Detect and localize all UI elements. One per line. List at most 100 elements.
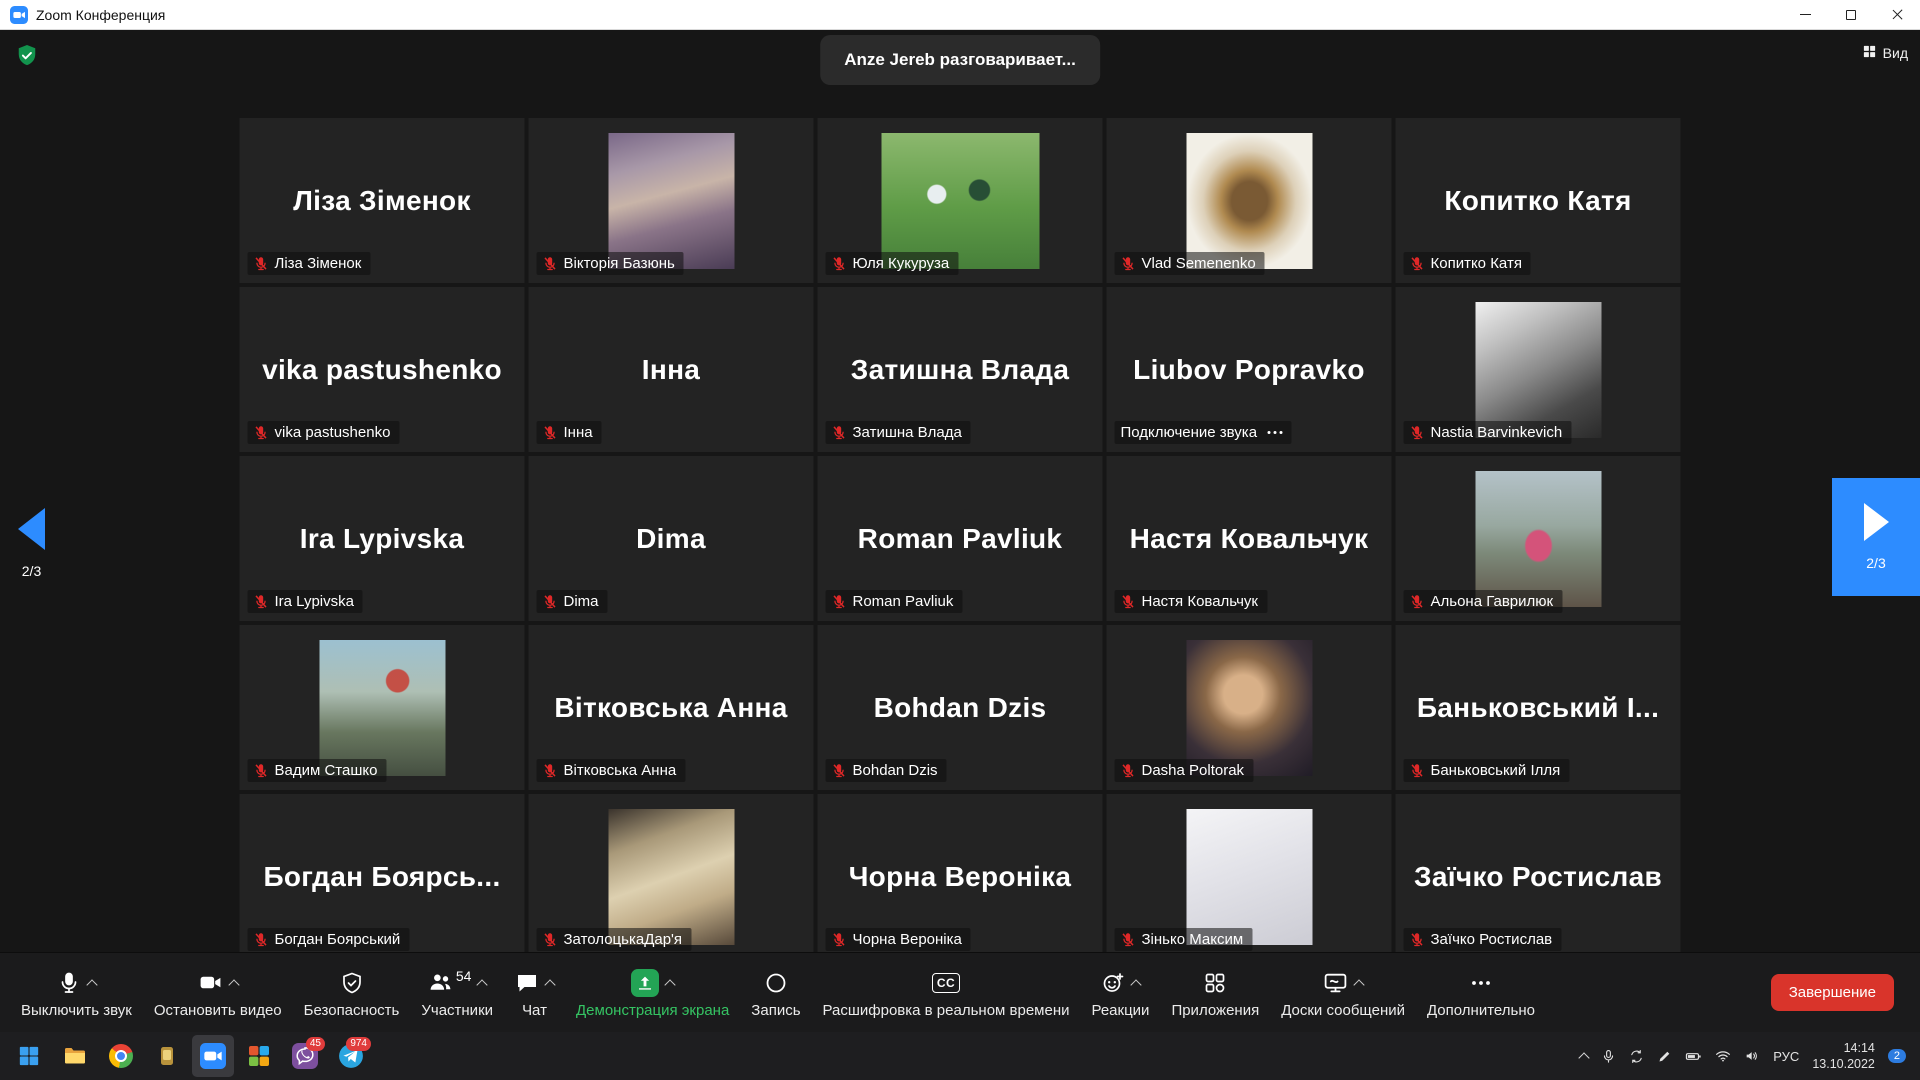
tray-wifi-icon[interactable] [1715, 1048, 1731, 1064]
muted-mic-icon [1410, 763, 1425, 778]
participant-tile[interactable]: Зінько Максим [1107, 794, 1392, 952]
taskbar-clock[interactable]: 14:14 13.10.2022 [1812, 1040, 1875, 1073]
participant-video [319, 640, 445, 776]
toolbar-item-more[interactable]: Дополнительно [1416, 961, 1546, 1025]
toolbar-item-participants[interactable]: 54Участники [410, 961, 504, 1025]
participant-tile[interactable]: Vlad Semenenko [1107, 118, 1392, 283]
toolbar-label: Демонстрация экрана [576, 1002, 729, 1019]
toolbar-item-mic[interactable]: Выключить звук [10, 961, 143, 1025]
viber-badge: 45 [306, 1037, 325, 1051]
previous-page-button[interactable]: 2/3 [18, 508, 45, 579]
toolbar-item-chat[interactable]: Чат [504, 961, 565, 1025]
view-button[interactable]: Вид [1862, 44, 1908, 62]
tray-mic-icon[interactable] [1601, 1049, 1616, 1064]
system-tray: РУС 14:14 13.10.2022 2 [1580, 1040, 1912, 1073]
end-meeting-button[interactable]: Завершение [1771, 974, 1894, 1011]
participant-tile[interactable]: Копитко Катя Копитко Катя [1396, 118, 1681, 283]
participant-name: Вітковська Анна [554, 692, 787, 724]
participant-label: Roman Pavliuk [826, 590, 963, 613]
chrome-icon[interactable] [100, 1035, 142, 1077]
chevron-up-icon[interactable] [477, 979, 488, 990]
file-explorer-icon[interactable] [54, 1035, 96, 1077]
chevron-up-icon[interactable] [544, 979, 555, 990]
participant-label: Nastia Barvinkevich [1404, 421, 1572, 444]
participant-tile[interactable]: Настя КовальчукНастя Ковальчук [1107, 456, 1392, 621]
toolbar-item-record[interactable]: Запись [740, 961, 811, 1025]
chevron-up-icon[interactable] [664, 979, 675, 990]
notification-count[interactable]: 2 [1888, 1049, 1906, 1063]
tray-battery-icon[interactable] [1685, 1048, 1702, 1065]
toolbar-item-whiteboard[interactable]: Доски сообщений [1270, 961, 1416, 1025]
chevron-up-icon[interactable] [1353, 979, 1364, 990]
participant-tile[interactable]: Заїчко РостиславЗаїчко Ростислав [1396, 794, 1681, 952]
participant-tile[interactable]: ЗатолоцькаДар'я [529, 794, 814, 952]
participant-tile[interactable]: Вадим Сташко [240, 625, 525, 790]
participant-tile[interactable]: Dasha Poltorak [1107, 625, 1392, 790]
participant-tile[interactable]: Вітковська АннаВітковська Анна [529, 625, 814, 790]
muted-mic-icon [832, 932, 847, 947]
participant-label: Bohdan Dzis [826, 759, 947, 782]
participant-tile[interactable]: Roman PavliukRoman Pavliuk [818, 456, 1103, 621]
muted-mic-icon [543, 594, 558, 609]
toolbar-item-cc[interactable]: CCРасшифровка в реальном времени [812, 961, 1081, 1025]
participant-tile[interactable]: DimaDima [529, 456, 814, 621]
windows-taskbar: 45 974 РУС 14:14 13.10.2022 [0, 1032, 1920, 1080]
toolbar-label: Чат [522, 1002, 547, 1019]
tray-pen-icon[interactable] [1657, 1049, 1672, 1064]
maximize-button[interactable] [1828, 0, 1874, 29]
chevron-up-icon[interactable] [86, 979, 97, 990]
hidden-icons-chevron[interactable] [1579, 1052, 1590, 1063]
participant-tile[interactable]: Вікторія Базюнь [529, 118, 814, 283]
toolbar-label: Запись [751, 1002, 800, 1019]
participant-name: Копитко Катя [1444, 185, 1631, 217]
taskbar-time: 14:14 [1812, 1040, 1875, 1056]
participant-tile[interactable]: Ліза ЗіменокЛіза Зіменок [240, 118, 525, 283]
participant-tile[interactable]: Баньковський І...Баньковський Ілля [1396, 625, 1681, 790]
participant-tile[interactable]: Юля Кукуруза [818, 118, 1103, 283]
participant-tile[interactable]: Ira LypivskaIra Lypivska [240, 456, 525, 621]
telegram-badge: 974 [346, 1037, 371, 1051]
participant-label: Вікторія Базюнь [537, 252, 684, 275]
tray-sync-icon[interactable] [1629, 1049, 1644, 1064]
close-button[interactable] [1874, 0, 1920, 29]
telegram-icon[interactable]: 974 [330, 1035, 372, 1077]
participant-label: Ліза Зіменок [248, 252, 371, 275]
security-shield-icon[interactable] [16, 44, 38, 73]
chevron-up-icon[interactable] [228, 979, 239, 990]
participant-video [1186, 133, 1312, 269]
toolbar-item-share[interactable]: Демонстрация экрана [565, 961, 740, 1025]
toolbar-item-shield[interactable]: Безопасность [293, 961, 411, 1025]
toolbar-item-camera[interactable]: Остановить видео [143, 961, 293, 1025]
viber-icon[interactable]: 45 [284, 1035, 326, 1077]
participant-label: Баньковський Ілля [1404, 759, 1570, 782]
tray-volume-icon[interactable] [1744, 1048, 1760, 1064]
arrow-right-icon [1864, 503, 1889, 541]
muted-mic-icon [1121, 932, 1136, 947]
participant-name: Dima [636, 523, 706, 555]
participant-tile[interactable]: Nastia Barvinkevich [1396, 287, 1681, 452]
participant-label: Інна [537, 421, 602, 444]
language-indicator[interactable]: РУС [1773, 1049, 1799, 1064]
windows-logo-icon [18, 1045, 40, 1067]
muted-mic-icon [254, 763, 269, 778]
participant-tile[interactable]: vika pastushenkovika pastushenko [240, 287, 525, 452]
start-button[interactable] [8, 1035, 50, 1077]
toolbar-item-reactions[interactable]: Реакции [1080, 961, 1160, 1025]
toolbar-item-apps[interactable]: Приложения [1160, 961, 1270, 1025]
participant-tile[interactable]: Bohdan DzisBohdan Dzis [818, 625, 1103, 790]
participant-tile[interactable]: Альона Гаврилюк [1396, 456, 1681, 621]
participant-tile[interactable]: Затишна ВладаЗатишна Влада [818, 287, 1103, 452]
minimize-button[interactable] [1782, 0, 1828, 29]
participant-tile[interactable]: Чорна ВеронікаЧорна Вероніка [818, 794, 1103, 952]
participant-tile[interactable]: Богдан Боярсь...Богдан Боярський [240, 794, 525, 952]
participant-tile[interactable]: ІннаІнна [529, 287, 814, 452]
app-icon-colors[interactable] [238, 1035, 280, 1077]
app-icon-amber[interactable] [146, 1035, 188, 1077]
participant-label: Зінько Максим [1115, 928, 1253, 951]
chevron-up-icon[interactable] [1130, 979, 1141, 990]
mic-icon [57, 971, 81, 995]
participant-tile[interactable]: Liubov PopravkoПодключение звука [1107, 287, 1392, 452]
next-page-button[interactable]: 2/3 [1832, 478, 1920, 596]
zoom-taskbar-icon[interactable] [192, 1035, 234, 1077]
participant-label: Копитко Катя [1404, 252, 1531, 275]
